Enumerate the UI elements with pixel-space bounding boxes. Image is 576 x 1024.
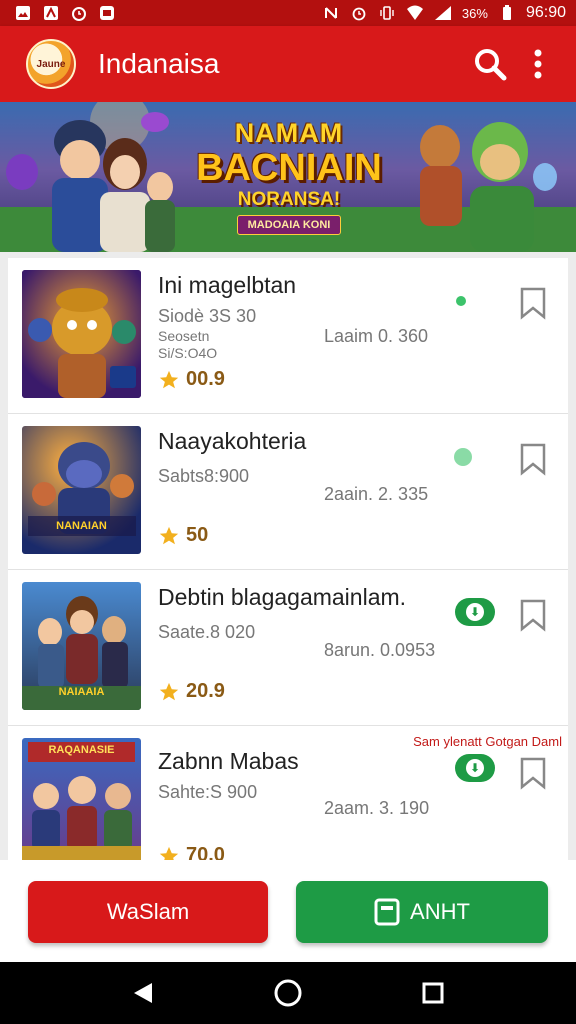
battery-percent: 36%	[461, 5, 488, 21]
nfc-icon	[322, 4, 340, 22]
bottom-action-bar: WaSlam ANHT	[0, 860, 576, 962]
list-item[interactable]: RAQANASIE Sam ylenatt Gotgan Daml Zabnn …	[8, 726, 568, 860]
game-detail-line: Si/S:O4O	[158, 345, 218, 361]
banner-line-4: MADOAIA KONI	[236, 215, 342, 235]
game-rating: 20.9	[158, 680, 225, 703]
bookmark-icon[interactable]	[518, 442, 548, 476]
game-rating: 00.9	[158, 368, 225, 391]
promo-text: Sam ylenatt Gotgan Daml	[413, 734, 562, 749]
game-meta: 8arun. 0.0953	[324, 640, 436, 660]
app-notification-icon	[42, 4, 60, 22]
banner-line-2: BACNIAIN	[196, 147, 382, 189]
image-notification-icon	[14, 4, 32, 22]
banner-line-3: NORANSA!	[237, 189, 341, 210]
thumbnail-caption: NANAIAN	[56, 520, 107, 532]
game-meta: 2aain. 2. 335	[324, 484, 429, 504]
battery-icon	[498, 4, 516, 22]
game-subtitle: Sahte:S 900	[158, 782, 258, 802]
search-button[interactable]	[466, 40, 514, 88]
bookmark-icon[interactable]	[518, 598, 548, 632]
bookmark-icon[interactable]	[518, 756, 548, 790]
app-bar: Jaune Indanaisa	[0, 26, 576, 102]
more-vert-icon	[534, 49, 542, 79]
install-status-badge[interactable]: ⬇	[455, 754, 495, 782]
game-thumbnail: NANAIAN	[22, 426, 141, 554]
game-thumbnail: RAQANASIE	[22, 738, 141, 860]
install-status-badge[interactable]: ⬇	[455, 598, 495, 626]
list-item[interactable]: NANAIAN Naayakohteria Sabts8:900 2aain. …	[8, 414, 568, 570]
banner-title: NAMAM BACNIAIN NORANSA! MADOAIA KONI	[178, 118, 400, 235]
game-rating: 50	[158, 524, 208, 547]
download-icon: ⬇	[466, 603, 484, 621]
game-rating: 70.0	[158, 844, 225, 860]
game-title: Debtin blagagamainlam.	[158, 584, 407, 610]
document-icon	[374, 898, 400, 926]
banner-line-1: NAMAM	[234, 118, 344, 148]
primary-action-button[interactable]: WaSlam	[28, 881, 268, 943]
game-thumbnail	[22, 270, 141, 398]
game-title: Ini magelbtan	[158, 272, 297, 298]
wifi-icon	[406, 4, 424, 22]
star-icon	[159, 526, 179, 544]
rating-value: 00.9	[186, 368, 225, 390]
alarm-icon	[350, 4, 368, 22]
rating-value: 70.0	[186, 844, 225, 860]
search-icon	[475, 49, 507, 81]
game-detail-line: Seosetn	[158, 328, 210, 344]
app-title: Indanaisa	[98, 48, 220, 79]
message-notification-icon	[98, 4, 116, 22]
list-item[interactable]: Ini magelbtan Siodè 3S 30 Seosetn Si/S:O…	[8, 258, 568, 414]
overflow-menu-button[interactable]	[514, 40, 562, 88]
secondary-action-button[interactable]: ANHT	[296, 881, 548, 943]
app-logo-text: Jaune	[36, 58, 66, 70]
secondary-action-label: ANHT	[410, 899, 470, 924]
list-item[interactable]: NAIAAIA Debtin blagagamainlam. Saate.8 0…	[8, 570, 568, 726]
game-list: Ini magelbtan Siodè 3S 30 Seosetn Si/S:O…	[8, 258, 568, 860]
recents-square-icon	[422, 982, 444, 1004]
game-thumbnail: NAIAAIA	[22, 582, 141, 710]
game-subtitle: Siodè 3S 30	[158, 306, 257, 326]
game-meta: Laaim 0. 360	[324, 326, 429, 346]
promo-banner[interactable]: NAMAM BACNIAIN NORANSA! MADOAIA KONI	[0, 102, 576, 252]
rating-value: 20.9	[186, 680, 225, 702]
home-circle-icon	[274, 979, 302, 1007]
online-dot-icon	[456, 296, 466, 306]
thumbnail-caption: NAIAAIA	[58, 686, 105, 698]
app-logo[interactable]: Jaune	[26, 39, 76, 89]
recents-button[interactable]	[415, 975, 451, 1011]
star-icon	[159, 682, 179, 700]
game-meta: 2aam. 3. 190	[324, 798, 430, 818]
bookmark-icon[interactable]	[518, 286, 548, 320]
signal-icon	[434, 4, 452, 22]
game-title: Zabnn Mabas	[158, 748, 299, 774]
star-icon	[159, 370, 179, 388]
clock: 96:90	[525, 4, 566, 21]
system-status-icons: 36% 96:90	[322, 4, 566, 22]
back-triangle-icon	[133, 983, 152, 1003]
online-dot-icon	[454, 448, 472, 466]
star-icon	[159, 846, 179, 860]
game-details: Seosetn Si/S:O4O	[158, 328, 217, 362]
download-icon: ⬇	[466, 759, 484, 777]
back-button[interactable]	[125, 975, 161, 1011]
game-subtitle: Saate.8 020	[158, 622, 256, 642]
thumbnail-caption: RAQANASIE	[48, 744, 115, 756]
game-subtitle: Sabts8:900	[158, 466, 250, 486]
alarm-notification-icon	[70, 4, 88, 22]
game-title: Naayakohteria	[158, 428, 307, 454]
home-button[interactable]	[270, 975, 306, 1011]
notification-icons	[14, 4, 116, 22]
status-bar: 36% 96:90	[0, 0, 576, 26]
vibrate-icon	[378, 4, 396, 22]
rating-value: 50	[186, 524, 209, 546]
system-navigation-bar	[0, 962, 576, 1024]
